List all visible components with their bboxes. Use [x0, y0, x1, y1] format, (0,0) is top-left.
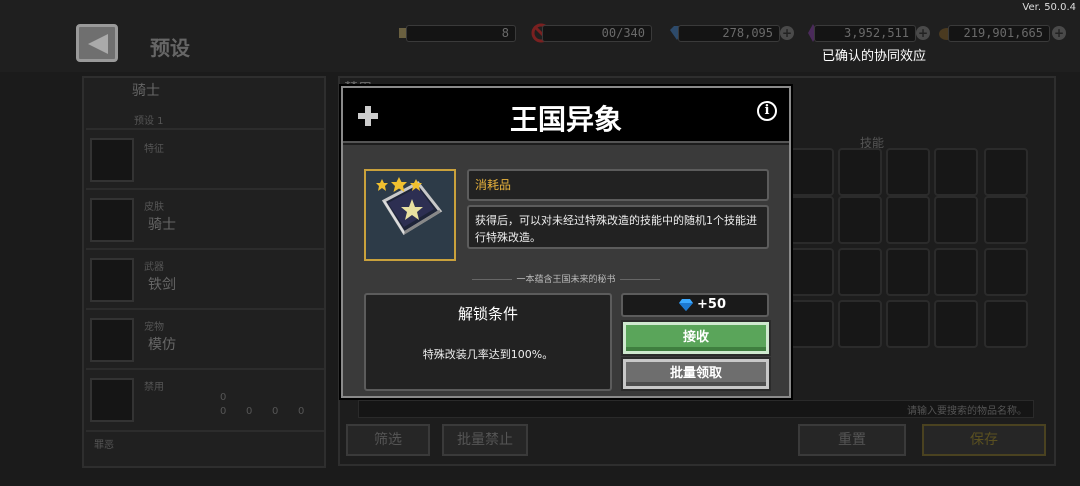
- ban-label: 禁用: [144, 382, 164, 393]
- add-coin-button[interactable]: +: [1052, 26, 1066, 40]
- star-rating-icon: [376, 177, 422, 192]
- character-name: 骑士: [132, 83, 160, 99]
- grid-item-slot[interactable]: [934, 196, 978, 244]
- preset-name: 预设 1: [134, 116, 164, 127]
- info-icon[interactable]: i: [757, 101, 777, 121]
- ban-row[interactable]: 禁用 0 0 0 0 0: [86, 372, 324, 432]
- back-button[interactable]: [76, 24, 118, 62]
- accept-button[interactable]: 接收: [621, 320, 771, 356]
- ban-count-3: 0: [272, 406, 279, 417]
- gem-icon: [679, 299, 693, 311]
- grid-item-slot[interactable]: [934, 248, 978, 296]
- item-description: 获得后，可以对未经过特殊改造的技能中的随机1个技能进行特殊改造。: [467, 205, 769, 249]
- unlock-title: 解锁条件: [457, 305, 518, 323]
- top-bar: 预设 8 00/340 278,095 + 3,952,511 + 219,90…: [0, 0, 1080, 72]
- grid-item-slot[interactable]: [886, 300, 930, 348]
- grid-item-slot[interactable]: [984, 148, 1028, 196]
- grid-item-slot[interactable]: [984, 248, 1028, 296]
- flavor-text: 一本蕴含王国未来的秘书: [343, 272, 789, 285]
- grid-item-slot[interactable]: [984, 300, 1028, 348]
- add-gem-button[interactable]: +: [780, 26, 794, 40]
- reward-amount: +50: [697, 297, 726, 312]
- trait-label: 特征: [144, 144, 164, 155]
- ban-count-2: 0: [246, 406, 253, 417]
- back-arrow-icon: [88, 34, 108, 54]
- resource-gem-count: 278,095: [678, 25, 780, 42]
- preset-panel: 骑士 预设 1 特征 皮肤 骑士 武器 铁剑 宠物 模仿 禁用 0 0 0 0 …: [82, 76, 326, 468]
- page-title: 预设: [150, 36, 190, 60]
- weapon-value: 铁剑: [148, 277, 176, 293]
- grid-item-slot[interactable]: [790, 196, 834, 244]
- unlock-condition-box: 解锁条件 特殊改装几率达到100%。: [364, 293, 612, 391]
- grid-item-slot[interactable]: [838, 148, 882, 196]
- resource-scroll-count: 8: [406, 25, 516, 42]
- grid-item-slot[interactable]: [790, 148, 834, 196]
- pet-icon: [90, 318, 134, 362]
- sword-icon: [90, 258, 134, 302]
- reward-display: +50: [621, 293, 769, 317]
- grid-item-slot[interactable]: [838, 196, 882, 244]
- ban-count: 0: [220, 392, 227, 403]
- grid-item-slot[interactable]: [984, 196, 1028, 244]
- bulk-claim-button[interactable]: 批量领取: [621, 357, 771, 391]
- pet-value: 模仿: [148, 337, 176, 353]
- trait-icon: [90, 138, 134, 182]
- modal-title: 王国异象: [509, 103, 622, 136]
- version-label: Ver. 50.0.4: [1022, 2, 1076, 13]
- item-type: 消耗品: [467, 169, 769, 201]
- skin-value: 骑士: [148, 217, 176, 233]
- filter-button[interactable]: 筛选: [346, 424, 430, 456]
- weapon-row[interactable]: 武器 铁剑: [86, 252, 324, 310]
- reset-button[interactable]: 重置: [798, 424, 906, 456]
- search-placeholder: 请输入要搜索的物品名称。: [907, 406, 1027, 417]
- search-input[interactable]: 请输入要搜索的物品名称。: [358, 400, 1034, 418]
- flavor-text-label: 一本蕴含王国未来的秘书: [516, 275, 616, 285]
- resource-ban-count: 00/340: [542, 25, 652, 42]
- save-button[interactable]: 保存: [922, 424, 1046, 456]
- grid-item-slot[interactable]: [886, 248, 930, 296]
- item-detail-modal: 王国异象 i 消耗品 获得后，可以对未经过特殊改造的技能中的随机1个技能进行特殊…: [341, 86, 791, 398]
- pet-row[interactable]: 宠物 模仿: [86, 312, 324, 370]
- grid-item-slot[interactable]: [934, 148, 978, 196]
- pet-label: 宠物: [144, 322, 164, 333]
- unlock-condition: 特殊改装几率达到100%。: [422, 348, 554, 361]
- ban-icon: [90, 378, 134, 422]
- synergy-label[interactable]: 已确认的协同效应: [822, 45, 926, 64]
- curse-label: 罪恶: [94, 440, 114, 451]
- modal-header: 王国异象 i: [343, 88, 789, 143]
- weapon-label: 武器: [144, 262, 164, 273]
- grid-item-slot[interactable]: [838, 300, 882, 348]
- character-row[interactable]: 骑士 预设 1: [86, 78, 324, 130]
- grid-item-slot[interactable]: [886, 148, 930, 196]
- grid-item-slot[interactable]: [838, 248, 882, 296]
- resource-crystal-count: 3,952,511: [814, 25, 916, 42]
- ban-count-1: 0: [220, 406, 227, 417]
- grid-item-slot[interactable]: [934, 300, 978, 348]
- item-icon-frame: [364, 169, 456, 261]
- ban-count-4: 0: [298, 406, 305, 417]
- grid-item-slot[interactable]: [790, 248, 834, 296]
- skin-row[interactable]: 皮肤 骑士: [86, 192, 324, 250]
- trait-row[interactable]: 特征: [86, 132, 324, 190]
- bulk-ban-button[interactable]: 批量禁止: [442, 424, 528, 456]
- skin-icon: [90, 198, 134, 242]
- grid-item-slot[interactable]: [886, 196, 930, 244]
- add-crystal-button[interactable]: +: [916, 26, 930, 40]
- resource-coin-count: 219,901,665: [948, 25, 1050, 42]
- skin-label: 皮肤: [144, 202, 164, 213]
- grid-item-slot[interactable]: [790, 300, 834, 348]
